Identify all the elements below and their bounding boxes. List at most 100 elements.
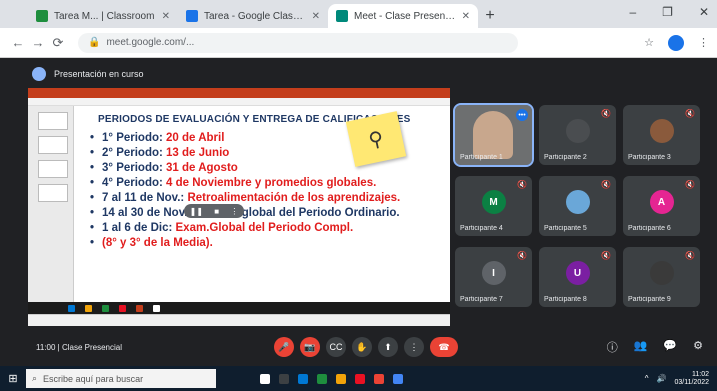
participant-tile[interactable]: 🔇 Participante 2 bbox=[539, 105, 616, 165]
call-controls: 🎤 📷 CC ✋ ⬆ ⋮ ☎ bbox=[274, 337, 458, 357]
mic-off-icon: 🔇 bbox=[685, 180, 695, 189]
microphone-toggle-button[interactable]: 🎤 bbox=[274, 337, 294, 357]
url-text: meet.google.com/... bbox=[106, 37, 195, 48]
stop-icon[interactable]: ■ bbox=[214, 207, 219, 216]
presentation-control-chip[interactable]: ❚❚ ■ ⋮ bbox=[184, 204, 244, 218]
slide-bullet: 1 al 6 de Dic: Exam.Global del Periodo C… bbox=[90, 221, 432, 235]
leave-call-button[interactable]: ☎ bbox=[430, 337, 458, 357]
participant-name: Participante 2 bbox=[544, 154, 587, 161]
participant-avatar: U bbox=[565, 261, 590, 285]
participant-avatar bbox=[649, 261, 674, 285]
slide-thumbnail bbox=[38, 136, 68, 154]
bookmark-star-icon[interactable]: ☆ bbox=[644, 36, 654, 49]
tab-label: Meet - Clase Presencial bbox=[354, 10, 456, 22]
mic-off-icon: 🔇 bbox=[685, 109, 695, 118]
maximize-button[interactable]: ❐ bbox=[662, 5, 673, 19]
mic-off-icon: 🔇 bbox=[601, 180, 611, 189]
slide-bullet: 2° Periodo: 13 de Junio bbox=[90, 146, 432, 160]
toolbar-actions: ☆ ⋮ bbox=[644, 34, 709, 51]
taskbar-app-icon[interactable] bbox=[279, 373, 289, 384]
participant-video bbox=[473, 111, 513, 159]
browser-tab[interactable]: Tarea M... | Classroom ✕ bbox=[28, 4, 178, 28]
activities-icon[interactable]: ⚙ bbox=[693, 339, 703, 355]
present-button[interactable]: ⬆ bbox=[378, 337, 398, 357]
raise-hand-button[interactable]: ✋ bbox=[352, 337, 372, 357]
slide-bullets: 1° Periodo: 20 de Abril 2° Periodo: 13 d… bbox=[90, 131, 432, 250]
minimize-button[interactable]: – bbox=[629, 5, 636, 19]
participant-avatar: M bbox=[481, 190, 506, 214]
participant-tile[interactable]: 🔇 Participante 5 bbox=[539, 176, 616, 236]
close-window-button[interactable]: ✕ bbox=[699, 5, 709, 19]
participant-tile[interactable]: 🔇 A Participante 6 bbox=[623, 176, 700, 236]
chat-icon[interactable]: 💬 bbox=[663, 339, 677, 355]
slide-bullet: 4° Periodo: 4 de Noviembre y promedios g… bbox=[90, 176, 432, 190]
slide-bullet: 7 al 11 de Nov.: Retroalimentación de lo… bbox=[90, 191, 432, 205]
participant-name: Participante 8 bbox=[544, 296, 587, 303]
tab-favicon-icon bbox=[336, 10, 348, 22]
taskbar-app-icon[interactable] bbox=[374, 373, 384, 384]
mic-off-icon: 🔇 bbox=[685, 251, 695, 260]
participant-tile[interactable]: 🔇 I Participante 7 bbox=[455, 247, 532, 307]
shared-taskbar bbox=[28, 302, 450, 314]
tray-overflow-icon[interactable]: ^ bbox=[645, 374, 649, 383]
participant-avatar: I bbox=[481, 261, 506, 285]
browser-tab-active[interactable]: Meet - Clase Presencial ✕ bbox=[328, 4, 478, 28]
start-button[interactable]: ⊞ bbox=[0, 372, 26, 385]
forward-icon[interactable]: → bbox=[28, 35, 48, 50]
address-bar[interactable]: 🔒 meet.google.com/... bbox=[78, 32, 518, 53]
participant-avatar bbox=[565, 190, 590, 214]
shared-screen: PERIODOS DE EVALUACIÓN Y ENTREGA DE CALI… bbox=[28, 88, 450, 326]
slide-bullet: 1° Periodo: 20 de Abril bbox=[90, 131, 432, 145]
presenter-label: Presentación en curso bbox=[54, 69, 144, 79]
taskbar-app-icon[interactable] bbox=[317, 373, 327, 384]
camera-toggle-button[interactable]: 📷 bbox=[300, 337, 320, 357]
slide-bullet: 3° Periodo: 31 de Agosto bbox=[90, 161, 432, 175]
participant-name: Participante 9 bbox=[628, 296, 671, 303]
participant-avatar bbox=[649, 119, 674, 143]
browser-toolbar: ← → ⟳ 🔒 meet.google.com/... ☆ ⋮ bbox=[0, 28, 717, 58]
search-placeholder: Escribe aquí para buscar bbox=[43, 373, 144, 384]
participant-tile[interactable]: 🔇 M Participante 4 bbox=[455, 176, 532, 236]
new-tab-button[interactable]: + bbox=[478, 4, 502, 28]
more-options-button[interactable]: ⋮ bbox=[404, 337, 424, 357]
participant-tile[interactable]: 🔇 Participante 9 bbox=[623, 247, 700, 307]
clock[interactable]: 11:02 03/11/2022 bbox=[674, 371, 709, 387]
pause-icon[interactable]: ❚❚ bbox=[190, 207, 203, 216]
participant-tile[interactable]: ••• Participante 1 bbox=[453, 103, 534, 167]
volume-icon[interactable]: 🔊 bbox=[657, 374, 667, 383]
participant-tile[interactable]: 🔇 U Participante 8 bbox=[539, 247, 616, 307]
back-icon[interactable]: ← bbox=[8, 35, 28, 50]
participant-tile[interactable]: 🔇 Participante 3 bbox=[623, 105, 700, 165]
reload-icon[interactable]: ⟳ bbox=[48, 35, 68, 51]
profile-avatar[interactable] bbox=[668, 34, 684, 51]
taskbar-app-icon[interactable] bbox=[393, 373, 403, 384]
slide-bullet: (8° y 3° de la Media). bbox=[90, 236, 432, 250]
tab-favicon-icon bbox=[36, 10, 48, 22]
mic-off-icon: 🔇 bbox=[517, 180, 527, 189]
browser-tab[interactable]: Tarea - Google Classroom ✕ bbox=[178, 4, 328, 28]
slide-thumbnail bbox=[38, 184, 68, 202]
pinned-apps bbox=[260, 373, 403, 384]
close-tab-icon[interactable]: ✕ bbox=[312, 11, 320, 22]
window-controls: – ❐ ✕ bbox=[629, 5, 709, 19]
mic-off-icon: 🔇 bbox=[601, 251, 611, 260]
people-icon[interactable]: 👥 bbox=[634, 339, 648, 355]
system-tray: ^ 🔊 11:02 03/11/2022 bbox=[645, 371, 709, 387]
close-tab-icon[interactable]: ✕ bbox=[462, 11, 470, 22]
slide-thumbnail bbox=[38, 112, 68, 130]
participant-name: Participante 6 bbox=[628, 225, 671, 232]
taskbar-app-icon[interactable] bbox=[355, 373, 365, 384]
meet-side-controls: ⓘ 👥 💬 ⚙ bbox=[607, 339, 703, 355]
taskbar-app-icon[interactable] bbox=[298, 373, 308, 384]
close-tab-icon[interactable]: ✕ bbox=[162, 11, 170, 22]
taskbar-app-icon[interactable] bbox=[260, 373, 270, 384]
captions-button[interactable]: CC bbox=[326, 337, 346, 357]
browser-menu-icon[interactable]: ⋮ bbox=[698, 36, 709, 49]
browser-tab-strip: Tarea M... | Classroom ✕ Tarea - Google … bbox=[0, 0, 717, 28]
meeting-details-icon[interactable]: ⓘ bbox=[607, 339, 618, 355]
participant-avatar: A bbox=[649, 190, 674, 214]
taskbar-search[interactable]: ⌕ Escribe aquí para buscar bbox=[26, 369, 216, 388]
more-icon[interactable]: ⋮ bbox=[230, 207, 238, 216]
presentation-slide: PERIODOS DE EVALUACIÓN Y ENTREGA DE CALI… bbox=[80, 108, 442, 312]
taskbar-app-icon[interactable] bbox=[336, 373, 346, 384]
